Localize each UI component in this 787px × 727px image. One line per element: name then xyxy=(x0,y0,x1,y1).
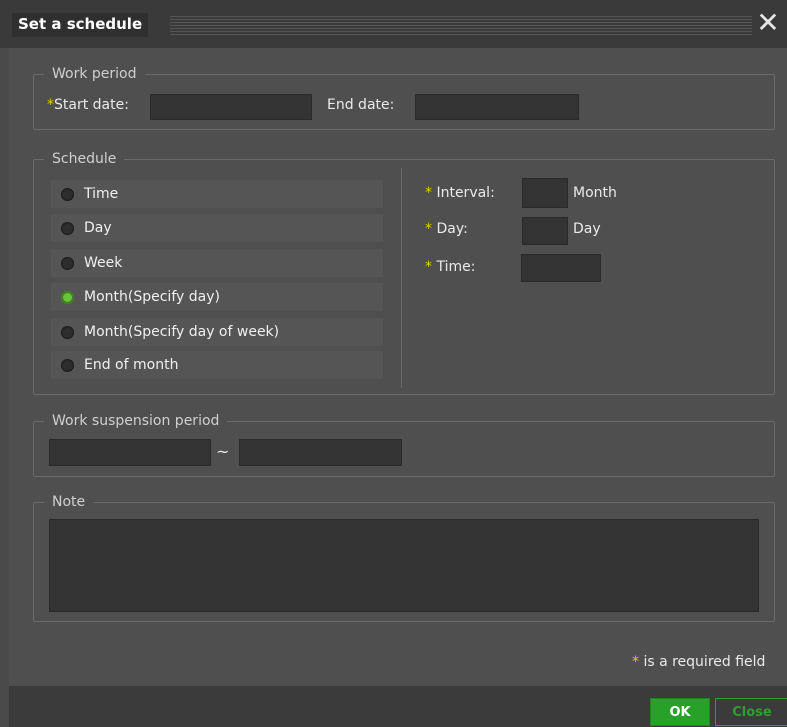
dialog-title: Set a schedule xyxy=(12,13,149,37)
interval-unit: Month xyxy=(573,185,617,201)
required-field-note: * is a required field xyxy=(632,654,765,670)
required-marker: * xyxy=(425,185,432,201)
interval-label-text: Interval: xyxy=(436,185,495,201)
work-period-group: Work period xyxy=(33,66,775,130)
schedule-option-label: Month(Specify day) xyxy=(84,289,220,305)
end-date-label: End date: xyxy=(327,97,395,113)
radio-button-icon[interactable] xyxy=(61,187,74,201)
start-date-label-text: Start date: xyxy=(54,97,129,113)
start-date-label: *Start date: xyxy=(47,97,129,113)
day-label-text: Day: xyxy=(436,221,468,237)
schedule-divider xyxy=(401,168,402,388)
schedule-option-day[interactable]: Day xyxy=(51,214,383,242)
ok-button[interactable]: OK xyxy=(650,698,710,726)
day-unit: Day xyxy=(573,221,601,237)
day-input[interactable] xyxy=(522,217,568,245)
interval-input[interactable] xyxy=(522,178,568,208)
range-separator: ~ xyxy=(216,442,230,461)
schedule-legend: Schedule xyxy=(52,151,117,167)
note-legend: Note xyxy=(52,494,86,510)
radio-button-icon[interactable] xyxy=(61,325,74,339)
time-label-text: Time: xyxy=(436,259,476,275)
schedule-option-label: Week xyxy=(84,255,123,271)
schedule-option-month-specify-day-of-week[interactable]: Month(Specify day of week) xyxy=(51,318,383,346)
radio-button-icon[interactable] xyxy=(61,221,74,235)
end-date-input[interactable] xyxy=(415,94,579,120)
schedule-option-label: Time xyxy=(84,186,119,202)
title-bar: Set a schedule ✕ xyxy=(0,0,787,48)
schedule-option-label: Day xyxy=(84,220,112,236)
required-marker: * xyxy=(425,221,432,237)
time-label: * Time: xyxy=(425,259,475,275)
suspension-start-input[interactable] xyxy=(49,439,211,466)
required-marker: * xyxy=(47,97,54,113)
interval-label: * Interval: xyxy=(425,185,495,201)
required-marker: * xyxy=(632,654,639,670)
title-bar-drag-handle[interactable] xyxy=(170,16,752,35)
schedule-option-time[interactable]: Time xyxy=(51,180,383,208)
radio-button-icon[interactable] xyxy=(61,256,74,270)
start-date-input[interactable] xyxy=(150,94,312,120)
radio-button-selected-icon[interactable] xyxy=(61,290,74,304)
close-button[interactable]: Close xyxy=(715,698,787,726)
suspension-end-input[interactable] xyxy=(239,439,402,466)
schedule-option-label: Month(Specify day of week) xyxy=(84,324,280,340)
schedule-option-week[interactable]: Week xyxy=(51,249,383,277)
schedule-option-month-specify-day[interactable]: Month(Specify day) xyxy=(51,283,383,311)
schedule-option-end-of-month[interactable]: End of month xyxy=(51,351,383,379)
schedule-option-label: End of month xyxy=(84,357,179,373)
time-input[interactable] xyxy=(521,254,601,282)
note-textarea[interactable] xyxy=(49,519,759,612)
work-suspension-legend: Work suspension period xyxy=(52,413,220,429)
work-period-legend: Work period xyxy=(52,66,137,82)
required-marker: * xyxy=(425,259,432,275)
radio-button-icon[interactable] xyxy=(61,358,74,372)
dialog-body: Work period *Start date: End date: Sched… xyxy=(9,48,787,686)
required-field-note-text: is a required field xyxy=(639,654,766,670)
close-icon[interactable]: ✕ xyxy=(755,8,781,38)
day-label: * Day: xyxy=(425,221,468,237)
